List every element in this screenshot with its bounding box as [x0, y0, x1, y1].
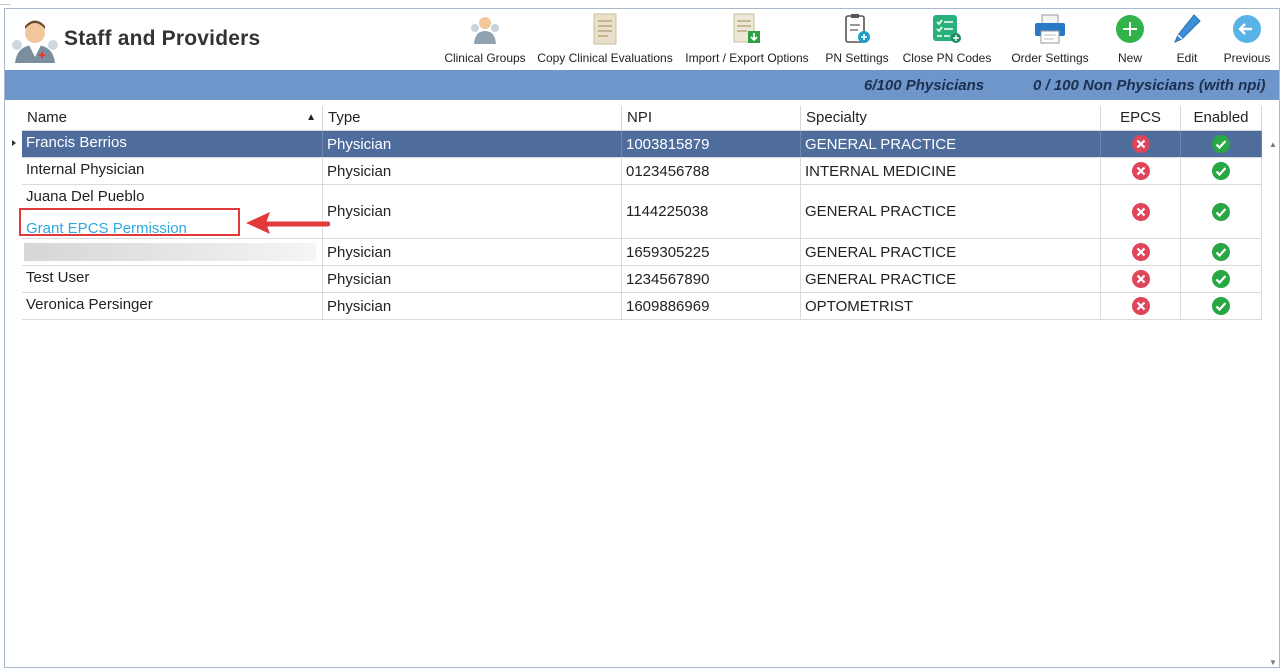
column-header-epcs[interactable]: EPCS — [1101, 106, 1181, 130]
column-header-type[interactable]: Type — [323, 106, 622, 130]
import-export-icon — [730, 13, 764, 45]
enabled-check-icon[interactable] — [1211, 202, 1231, 222]
epcs-disabled-icon[interactable] — [1131, 161, 1151, 181]
physicians-count: 6/100 Physicians — [864, 77, 985, 94]
scroll-down-arrow[interactable]: ▼ — [1267, 657, 1279, 669]
table-row[interactable]: Veronica Persinger Physician 1609886969 … — [22, 293, 1262, 320]
enabled-check-icon[interactable] — [1211, 242, 1231, 262]
pencil-icon — [1170, 13, 1204, 45]
epcs-disabled-icon[interactable] — [1131, 269, 1151, 289]
pn-settings-button[interactable]: PN Settings — [821, 9, 893, 65]
epcs-disabled-icon[interactable] — [1131, 296, 1151, 316]
close-pn-codes-button[interactable]: Close PN Codes — [902, 9, 992, 65]
window-menu-tick — [0, 0, 10, 5]
checklist-icon — [930, 13, 964, 45]
annotation-arrow-icon — [246, 212, 330, 234]
enabled-check-icon[interactable] — [1211, 134, 1231, 154]
annotation-highlight-box — [19, 208, 240, 236]
table-row[interactable]: Physician 1659305225 GENERAL PRACTICE — [22, 239, 1262, 266]
table-row[interactable]: Francis Berrios Physician 1003815879 GEN… — [12, 131, 1262, 158]
plus-circle-icon — [1113, 13, 1147, 45]
license-summary-bar: 6/100 Physicians 0 / 100 Non Physicians … — [5, 70, 1279, 100]
enabled-check-icon[interactable] — [1211, 296, 1231, 316]
epcs-disabled-icon[interactable] — [1131, 202, 1151, 222]
printer-icon — [1033, 13, 1067, 45]
header: Staff and Providers Clinical Groups Copy… — [5, 9, 1279, 69]
epcs-disabled-icon[interactable] — [1131, 134, 1151, 154]
order-settings-button[interactable]: Order Settings — [1005, 9, 1095, 65]
current-row-indicator — [12, 140, 16, 146]
staff-providers-icon — [12, 20, 58, 63]
copy-clinical-evaluations-button[interactable]: Copy Clinical Evaluations — [535, 9, 675, 65]
enabled-check-icon[interactable] — [1211, 161, 1231, 181]
new-button[interactable]: New — [1107, 9, 1153, 65]
redacted-name — [24, 243, 316, 261]
clinical-groups-icon — [468, 13, 502, 45]
column-header-specialty[interactable]: Specialty — [801, 106, 1101, 130]
import-export-options-button[interactable]: Import / Export Options — [680, 9, 814, 65]
scroll-up-arrow[interactable]: ▲ — [1267, 139, 1279, 151]
clipboard-add-icon — [840, 13, 874, 45]
table-row[interactable]: Test User Physician 1234567890 GENERAL P… — [22, 266, 1262, 293]
epcs-disabled-icon[interactable] — [1131, 242, 1151, 262]
column-header-enabled[interactable]: Enabled — [1181, 106, 1262, 130]
previous-button[interactable]: Previous — [1219, 9, 1275, 65]
edit-button[interactable]: Edit — [1165, 9, 1209, 65]
enabled-check-icon[interactable] — [1211, 269, 1231, 289]
document-copy-icon — [588, 13, 622, 45]
non-physicians-count: 0 / 100 Non Physicians (with npi) — [1033, 77, 1266, 94]
sort-ascending-icon: ▲ — [306, 112, 316, 123]
column-header-name[interactable]: Name ▲ — [22, 106, 323, 130]
clinical-groups-button[interactable]: Clinical Groups — [442, 9, 528, 65]
arrow-left-circle-icon — [1230, 13, 1264, 45]
page-title: Staff and Providers — [64, 27, 261, 50]
window-top-strip — [0, 0, 1284, 8]
column-header-npi[interactable]: NPI — [622, 106, 801, 130]
staff-providers-window: Staff and Providers Clinical Groups Copy… — [4, 8, 1280, 668]
table-row[interactable]: Internal Physician Physician 0123456788 … — [22, 158, 1262, 185]
